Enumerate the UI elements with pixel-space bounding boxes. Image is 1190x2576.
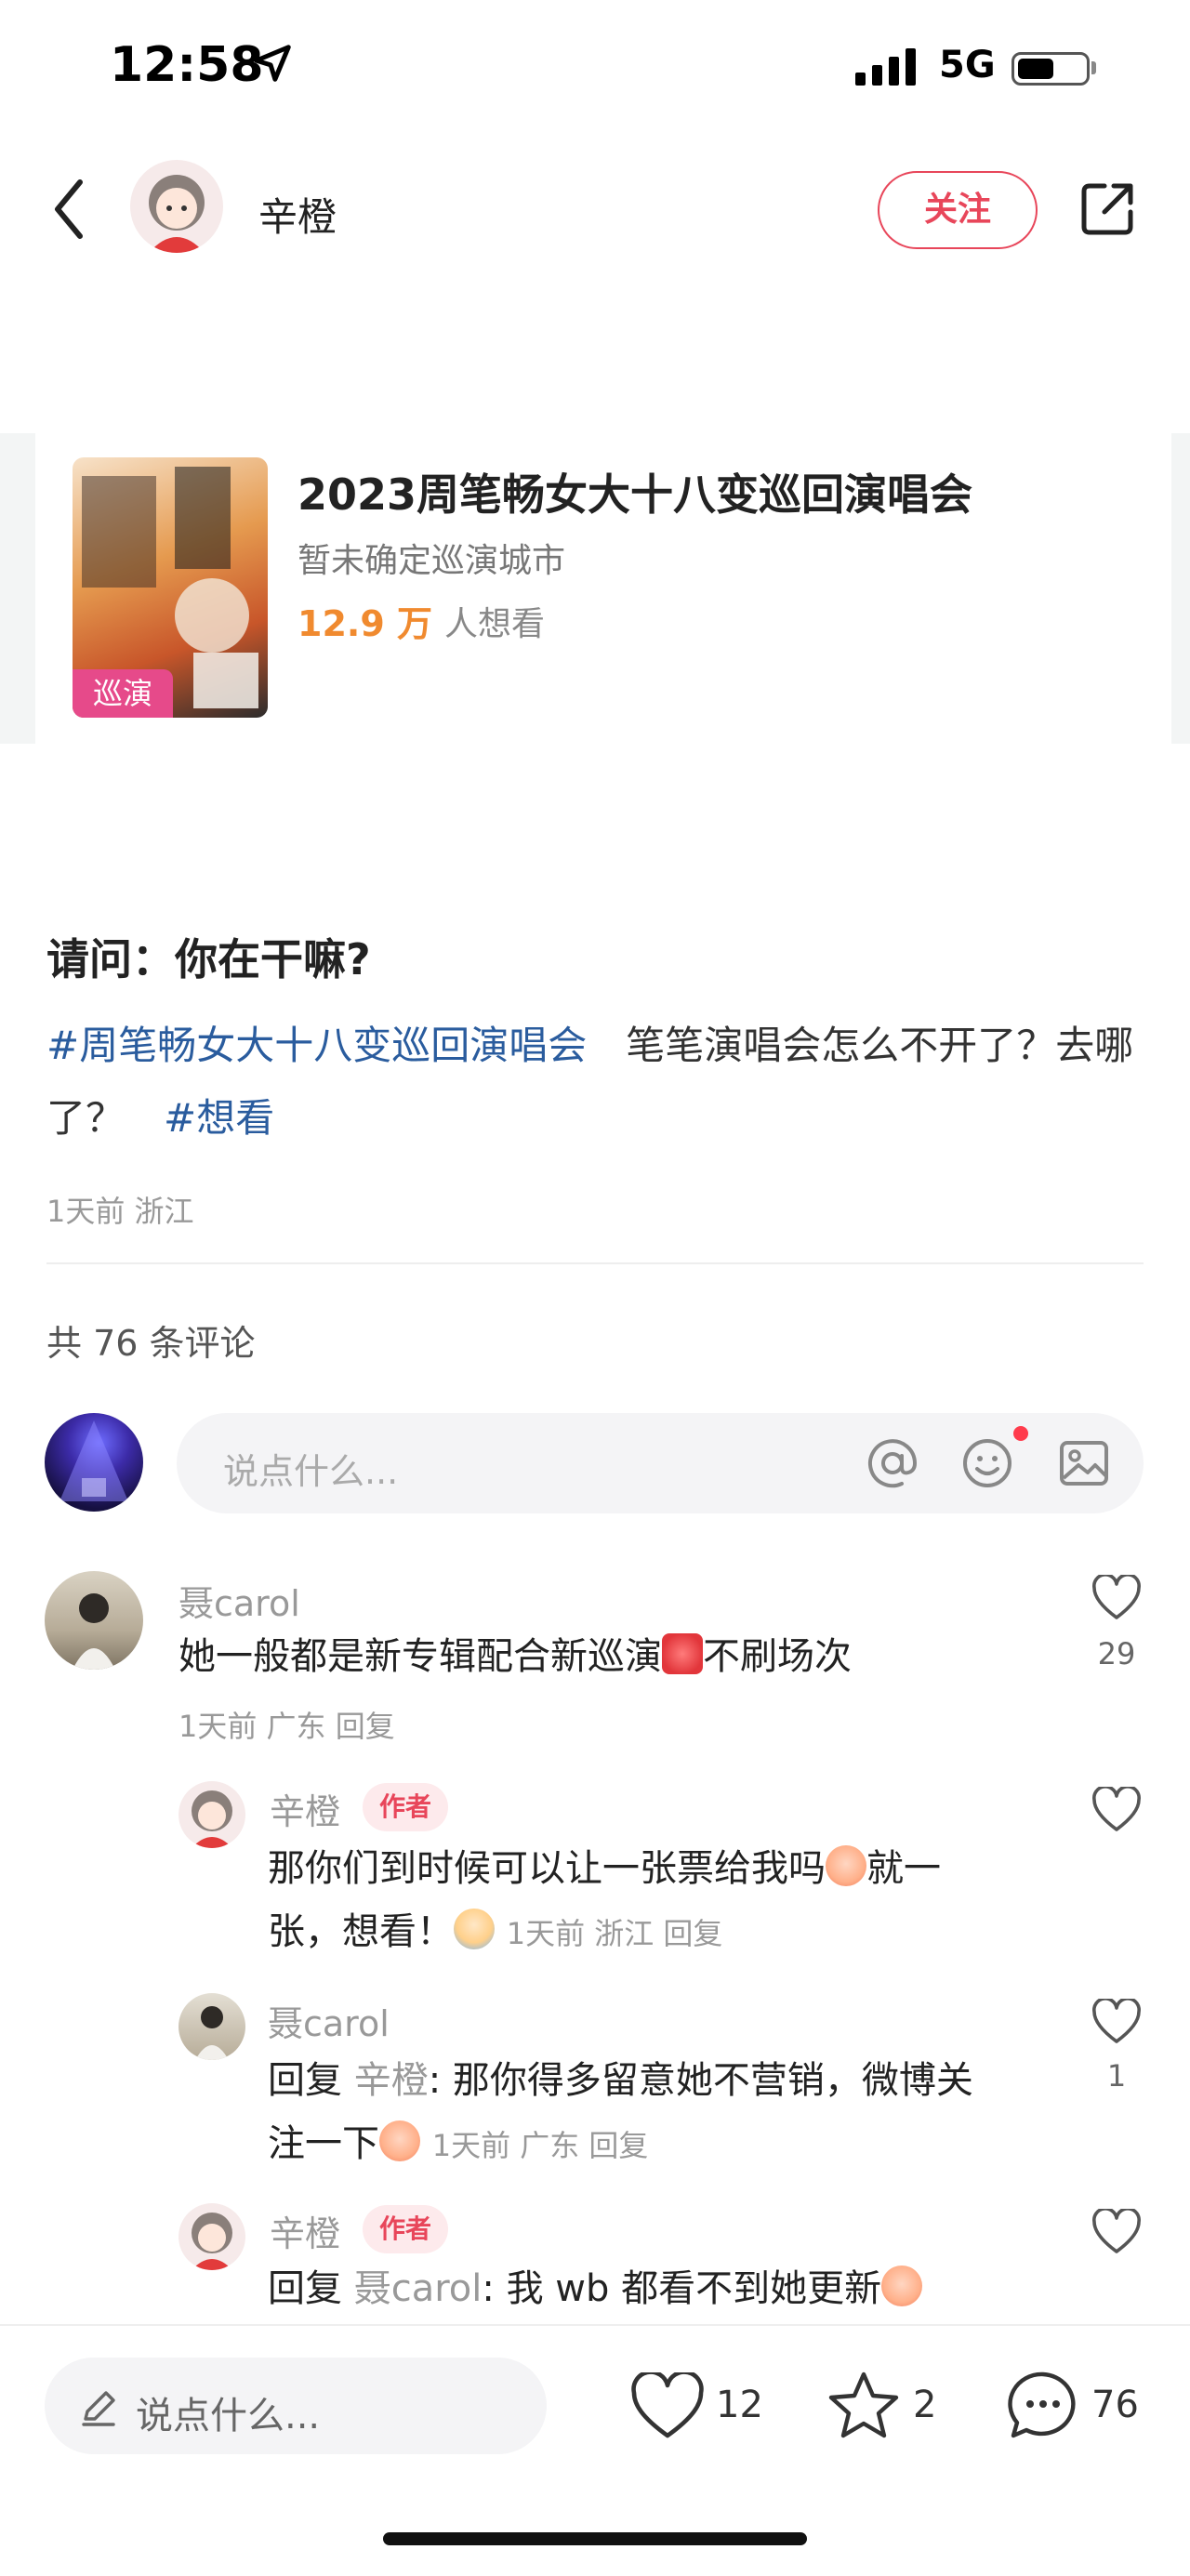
author-badge: 作者 bbox=[363, 2205, 449, 2253]
image-icon[interactable] bbox=[1058, 1437, 1110, 1489]
comment-text-part: 她一般都是新专辑配合新巡演 bbox=[178, 1635, 662, 1678]
post-title: 请问：你在干嘛? bbox=[46, 934, 371, 984]
star-total: 2 bbox=[913, 2384, 937, 2426]
bottom-placeholder[interactable]: 说点什么... bbox=[136, 2385, 320, 2439]
reply-to-name[interactable]: 聂carol bbox=[354, 2267, 483, 2310]
follow-button[interactable]: 关注 bbox=[878, 171, 1038, 249]
divider bbox=[46, 1262, 1144, 1264]
reply-text-line: 张，想看！ 1天前 浙江 回复 bbox=[268, 1900, 722, 1965]
reply-to-name[interactable]: 辛橙 bbox=[354, 2059, 429, 2102]
star-icon[interactable] bbox=[827, 2371, 900, 2439]
my-avatar bbox=[45, 1413, 143, 1512]
battery-icon bbox=[1012, 52, 1090, 86]
heart-icon[interactable] bbox=[1091, 1787, 1142, 1833]
heart-icon[interactable] bbox=[630, 2372, 705, 2439]
back-arrow-icon[interactable] bbox=[48, 177, 89, 242]
author-avatar[interactable] bbox=[130, 160, 223, 253]
emoji-sticker-icon bbox=[454, 1909, 495, 1949]
reply-text-part: 注一下 bbox=[268, 2122, 379, 2165]
comment-text-part: 不刷场次 bbox=[703, 1635, 852, 1678]
heart-icon[interactable] bbox=[1091, 1999, 1142, 2045]
tour-tag: 巡演 bbox=[73, 669, 173, 718]
reply-text-part: 那你得多留意她不营销，微博关 bbox=[452, 2059, 973, 2102]
emoji-sticker-icon bbox=[662, 1633, 703, 1674]
post-body: #周笔畅女大十八变巡回演唱会 笔笔演唱会怎么不开了？去哪了？ #想看 bbox=[46, 1010, 1153, 1155]
reply-meta[interactable]: 1天前 浙江 回复 bbox=[507, 1916, 723, 1951]
comment-count: 共 76 条评论 bbox=[46, 1323, 256, 1364]
reply-colon: : bbox=[482, 2267, 507, 2310]
reply-text: 回复 聂carol: 我 wb 都看不到她更新 bbox=[268, 2257, 923, 2320]
hashtag-link[interactable]: #想看 bbox=[164, 1095, 274, 1141]
avatar-illustration bbox=[192, 2213, 232, 2270]
emoji-sticker-icon bbox=[379, 2120, 420, 2161]
commenter-avatar[interactable] bbox=[45, 1571, 143, 1670]
reply-author[interactable]: 聂carol bbox=[268, 1995, 390, 2046]
like-count: 1 bbox=[1106, 2058, 1127, 2094]
reply-text-part: 那你们到时候可以让一张票给我吗 bbox=[268, 1847, 826, 1890]
reply-author[interactable]: 辛橙 bbox=[270, 1783, 340, 1834]
post-meta: 1天前 浙江 bbox=[46, 1194, 194, 1229]
comment-total: 76 bbox=[1091, 2384, 1139, 2426]
avatar-illustration bbox=[60, 1420, 128, 1501]
reply-text-part: 就一 bbox=[866, 1847, 941, 1890]
want-label: 人想看 bbox=[444, 605, 546, 643]
emoji-icon[interactable] bbox=[959, 1435, 1015, 1491]
pencil-icon bbox=[82, 2391, 115, 2426]
post-spacer bbox=[125, 1095, 164, 1141]
heart-icon[interactable] bbox=[1091, 2209, 1142, 2255]
reply-text: 回复 辛橙: 那你得多留意她不营销，微博关 bbox=[268, 2049, 973, 2112]
avatar-illustration bbox=[149, 175, 205, 253]
reply-meta[interactable]: 1天前 广东 回复 bbox=[432, 2128, 649, 2163]
comment-placeholder[interactable]: 说点什么... bbox=[223, 1443, 398, 1494]
post-spacer bbox=[587, 1023, 626, 1068]
like-count: 29 bbox=[1097, 1636, 1136, 1671]
replier-avatar[interactable] bbox=[178, 2203, 245, 2270]
replier-avatar[interactable] bbox=[178, 1993, 245, 2060]
at-icon[interactable] bbox=[865, 1435, 920, 1491]
reply-text-line: 注一下 1天前 广东 回复 bbox=[268, 2112, 648, 2177]
event-subtitle: 暂未确定巡演城市 bbox=[298, 542, 566, 580]
home-indicator[interactable] bbox=[383, 2532, 807, 2545]
hashtag-link[interactable]: #周笔畅女大十八变巡回演唱会 bbox=[46, 1023, 587, 1068]
reply-colon: : bbox=[428, 2059, 453, 2102]
comment-author[interactable]: 聂carol bbox=[178, 1575, 300, 1626]
author-badge: 作者 bbox=[363, 1783, 449, 1831]
emoji-sticker-icon bbox=[826, 1845, 866, 1886]
reply-text-part: 我 wb 都看不到她更新 bbox=[506, 2267, 882, 2310]
avatar-illustration bbox=[195, 2006, 229, 2060]
reply-text: 那你们到时候可以让一张票给我吗 就一 bbox=[268, 1837, 941, 1900]
emoji-sticker-icon bbox=[881, 2266, 923, 2306]
reply-author[interactable]: 辛橙 bbox=[270, 2205, 340, 2256]
reply-prefix: 回复 bbox=[268, 2267, 342, 2310]
avatar-illustration bbox=[192, 1790, 232, 1848]
comment-bubble-icon[interactable] bbox=[1006, 2369, 1080, 2441]
notification-dot bbox=[1013, 1426, 1028, 1441]
replier-avatar[interactable] bbox=[178, 1781, 245, 1848]
network-type: 5G bbox=[939, 44, 996, 86]
reply-prefix: 回复 bbox=[268, 2059, 342, 2102]
comment-meta[interactable]: 1天前 广东 回复 bbox=[178, 1703, 395, 1746]
location-arrow-icon bbox=[254, 45, 291, 82]
want-count: 12.9 万 bbox=[298, 603, 432, 644]
share-icon[interactable] bbox=[1077, 178, 1138, 240]
event-title[interactable]: 2023周笔畅女大十八变巡回演唱会 bbox=[298, 461, 972, 522]
reply-text-part: 张，想看！ bbox=[268, 1910, 454, 1953]
comment-text: 她一般都是新专辑配合新巡演 不刷场次 bbox=[178, 1625, 852, 1688]
like-total: 12 bbox=[716, 2384, 763, 2426]
heart-icon[interactable] bbox=[1091, 1575, 1142, 1621]
avatar-illustration bbox=[73, 1593, 115, 1670]
author-name[interactable]: 辛橙 bbox=[258, 186, 337, 243]
status-time: 12:58 bbox=[110, 37, 264, 93]
signal-icon bbox=[855, 48, 916, 86]
battery-cap bbox=[1091, 61, 1096, 74]
